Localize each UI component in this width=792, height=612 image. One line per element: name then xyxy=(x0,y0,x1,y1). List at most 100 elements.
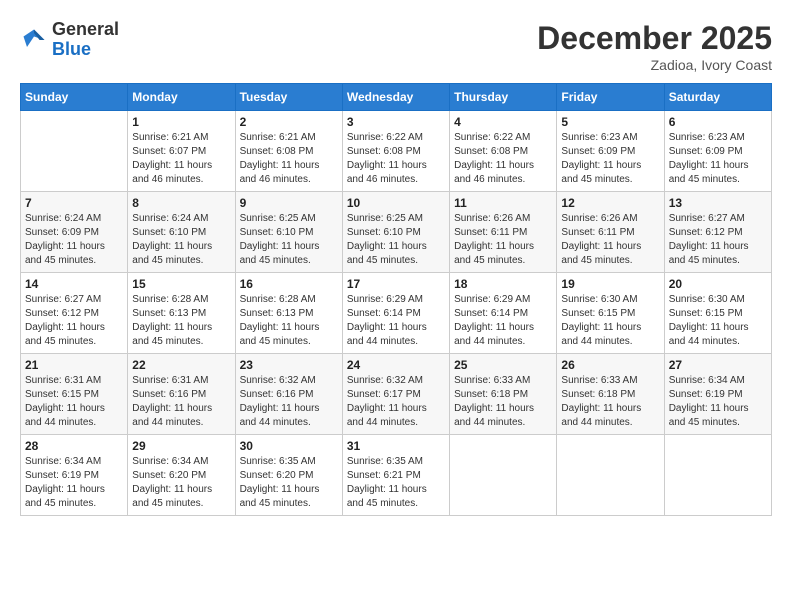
day-number: 6 xyxy=(669,115,767,129)
day-number: 26 xyxy=(561,358,659,372)
day-info: Sunrise: 6:34 AM Sunset: 6:20 PM Dayligh… xyxy=(132,455,230,511)
day-info: Sunrise: 6:23 AM Sunset: 6:09 PM Dayligh… xyxy=(669,131,767,187)
day-info: Sunrise: 6:32 AM Sunset: 6:16 PM Dayligh… xyxy=(240,374,338,430)
calendar-cell: 17Sunrise: 6:29 AM Sunset: 6:14 PM Dayli… xyxy=(342,273,449,354)
calendar-cell: 4 Sunrise: 6:22 AM Sunset: 6:08 PM Daylig… xyxy=(450,111,557,192)
day-number: 19 xyxy=(561,277,659,291)
calendar-cell: 28 Sunrise: 6:34 AM Sunset: 6:19 PM Dayli… xyxy=(21,435,128,516)
day-info: Sunrise: 6:26 AM Sunset: 6:11 PM Dayligh… xyxy=(561,212,659,268)
weekday-header: Friday xyxy=(557,84,664,111)
calendar-cell xyxy=(557,435,664,516)
day-number: 13 xyxy=(669,196,767,210)
calendar-cell: 1 Sunrise: 6:21 AM Sunset: 6:07 PM Daylig… xyxy=(128,111,235,192)
day-info: Sunrise: 6:28 AM Sunset: 6:13 PM Dayligh… xyxy=(132,293,230,349)
day-number: 23 xyxy=(240,358,338,372)
calendar-cell: 26 Sunrise: 6:33 AM Sunset: 6:18 PM Dayli… xyxy=(557,354,664,435)
title-block: December 2025 Zadioa, Ivory Coast xyxy=(537,20,772,73)
day-info: Sunrise: 6:25 AM Sunset: 6:10 PM Dayligh… xyxy=(347,212,445,268)
day-info: Sunrise: 6:28 AM Sunset: 6:13 PM Dayligh… xyxy=(240,293,338,349)
day-info: Sunrise: 6:21 AM Sunset: 6:07 PM Dayligh… xyxy=(132,131,230,187)
day-info: Sunrise: 6:21 AM Sunset: 6:08 PM Dayligh… xyxy=(240,131,338,187)
day-info: Sunrise: 6:29 AM Sunset: 6:14 PM Dayligh… xyxy=(347,293,445,349)
page-header: General Blue December 2025 Zadioa, Ivory… xyxy=(20,20,772,73)
calendar-cell: 11 Sunrise: 6:26 AM Sunset: 6:11 PM Dayli… xyxy=(450,192,557,273)
calendar-cell: 8 Sunrise: 6:24 AM Sunset: 6:10 PM Daylig… xyxy=(128,192,235,273)
day-number: 10 xyxy=(347,196,445,210)
calendar-cell: 24Sunrise: 6:32 AM Sunset: 6:17 PM Dayli… xyxy=(342,354,449,435)
calendar-cell: 31 Sunrise: 6:35 AM Sunset: 6:21 PM Dayli… xyxy=(342,435,449,516)
calendar-cell: 14Sunrise: 6:27 AM Sunset: 6:12 PM Dayli… xyxy=(21,273,128,354)
calendar-week-row: 21 Sunrise: 6:31 AM Sunset: 6:15 PM Dayli… xyxy=(21,354,772,435)
day-number: 18 xyxy=(454,277,552,291)
day-info: Sunrise: 6:30 AM Sunset: 6:15 PM Dayligh… xyxy=(669,293,767,349)
day-info: Sunrise: 6:31 AM Sunset: 6:15 PM Dayligh… xyxy=(25,374,123,430)
day-number: 20 xyxy=(669,277,767,291)
day-number: 21 xyxy=(25,358,123,372)
day-number: 1 xyxy=(132,115,230,129)
weekday-header: Saturday xyxy=(664,84,771,111)
calendar-cell: 18 Sunrise: 6:29 AM Sunset: 6:14 PM Dayli… xyxy=(450,273,557,354)
calendar-cell: 21 Sunrise: 6:31 AM Sunset: 6:15 PM Dayli… xyxy=(21,354,128,435)
day-info: Sunrise: 6:35 AM Sunset: 6:20 PM Dayligh… xyxy=(240,455,338,511)
calendar-cell xyxy=(21,111,128,192)
day-info: Sunrise: 6:29 AM Sunset: 6:14 PM Dayligh… xyxy=(454,293,552,349)
day-info: Sunrise: 6:32 AM Sunset: 6:17 PM Dayligh… xyxy=(347,374,445,430)
calendar-cell: 15Sunrise: 6:28 AM Sunset: 6:13 PM Dayli… xyxy=(128,273,235,354)
day-info: Sunrise: 6:30 AM Sunset: 6:15 PM Dayligh… xyxy=(561,293,659,349)
weekday-header: Wednesday xyxy=(342,84,449,111)
day-info: Sunrise: 6:22 AM Sunset: 6:08 PM Dayligh… xyxy=(347,131,445,187)
day-number: 5 xyxy=(561,115,659,129)
logo: General Blue xyxy=(20,20,119,60)
calendar-cell: 5 Sunrise: 6:23 AM Sunset: 6:09 PM Daylig… xyxy=(557,111,664,192)
calendar-cell: 19 Sunrise: 6:30 AM Sunset: 6:15 PM Dayli… xyxy=(557,273,664,354)
calendar-cell: 2 Sunrise: 6:21 AM Sunset: 6:08 PM Daylig… xyxy=(235,111,342,192)
day-number: 14 xyxy=(25,277,123,291)
calendar-cell xyxy=(450,435,557,516)
logo-blue: Blue xyxy=(52,39,91,59)
day-info: Sunrise: 6:34 AM Sunset: 6:19 PM Dayligh… xyxy=(25,455,123,511)
day-number: 22 xyxy=(132,358,230,372)
calendar-cell: 7Sunrise: 6:24 AM Sunset: 6:09 PM Daylig… xyxy=(21,192,128,273)
day-number: 3 xyxy=(347,115,445,129)
day-number: 30 xyxy=(240,439,338,453)
day-info: Sunrise: 6:24 AM Sunset: 6:10 PM Dayligh… xyxy=(132,212,230,268)
calendar-cell: 10 Sunrise: 6:25 AM Sunset: 6:10 PM Dayli… xyxy=(342,192,449,273)
calendar-week-row: 28 Sunrise: 6:34 AM Sunset: 6:19 PM Dayli… xyxy=(21,435,772,516)
calendar-cell: 25Sunrise: 6:33 AM Sunset: 6:18 PM Dayli… xyxy=(450,354,557,435)
day-number: 2 xyxy=(240,115,338,129)
calendar-cell: 16Sunrise: 6:28 AM Sunset: 6:13 PM Dayli… xyxy=(235,273,342,354)
day-number: 4 xyxy=(454,115,552,129)
day-number: 12 xyxy=(561,196,659,210)
day-number: 11 xyxy=(454,196,552,210)
weekday-header: Sunday xyxy=(21,84,128,111)
day-info: Sunrise: 6:24 AM Sunset: 6:09 PM Dayligh… xyxy=(25,212,123,268)
day-info: Sunrise: 6:35 AM Sunset: 6:21 PM Dayligh… xyxy=(347,455,445,511)
day-info: Sunrise: 6:33 AM Sunset: 6:18 PM Dayligh… xyxy=(561,374,659,430)
calendar-week-row: 14Sunrise: 6:27 AM Sunset: 6:12 PM Dayli… xyxy=(21,273,772,354)
day-number: 9 xyxy=(240,196,338,210)
calendar-cell xyxy=(664,435,771,516)
day-info: Sunrise: 6:31 AM Sunset: 6:16 PM Dayligh… xyxy=(132,374,230,430)
day-info: Sunrise: 6:23 AM Sunset: 6:09 PM Dayligh… xyxy=(561,131,659,187)
day-number: 8 xyxy=(132,196,230,210)
day-info: Sunrise: 6:27 AM Sunset: 6:12 PM Dayligh… xyxy=(669,212,767,268)
day-info: Sunrise: 6:33 AM Sunset: 6:18 PM Dayligh… xyxy=(454,374,552,430)
calendar-cell: 3 Sunrise: 6:22 AM Sunset: 6:08 PM Daylig… xyxy=(342,111,449,192)
weekday-header-row: SundayMondayTuesdayWednesdayThursdayFrid… xyxy=(21,84,772,111)
calendar-cell: 29 Sunrise: 6:34 AM Sunset: 6:20 PM Dayli… xyxy=(128,435,235,516)
day-info: Sunrise: 6:34 AM Sunset: 6:19 PM Dayligh… xyxy=(669,374,767,430)
calendar-week-row: 1 Sunrise: 6:21 AM Sunset: 6:07 PM Daylig… xyxy=(21,111,772,192)
day-info: Sunrise: 6:26 AM Sunset: 6:11 PM Dayligh… xyxy=(454,212,552,268)
calendar-cell: 27 Sunrise: 6:34 AM Sunset: 6:19 PM Dayli… xyxy=(664,354,771,435)
calendar-week-row: 7Sunrise: 6:24 AM Sunset: 6:09 PM Daylig… xyxy=(21,192,772,273)
day-number: 28 xyxy=(25,439,123,453)
calendar-cell: 30 Sunrise: 6:35 AM Sunset: 6:20 PM Dayli… xyxy=(235,435,342,516)
day-number: 29 xyxy=(132,439,230,453)
day-number: 31 xyxy=(347,439,445,453)
weekday-header: Thursday xyxy=(450,84,557,111)
day-info: Sunrise: 6:22 AM Sunset: 6:08 PM Dayligh… xyxy=(454,131,552,187)
location: Zadioa, Ivory Coast xyxy=(537,57,772,73)
day-number: 27 xyxy=(669,358,767,372)
calendar-cell: 13 Sunrise: 6:27 AM Sunset: 6:12 PM Dayli… xyxy=(664,192,771,273)
calendar-cell: 9Sunrise: 6:25 AM Sunset: 6:10 PM Daylig… xyxy=(235,192,342,273)
